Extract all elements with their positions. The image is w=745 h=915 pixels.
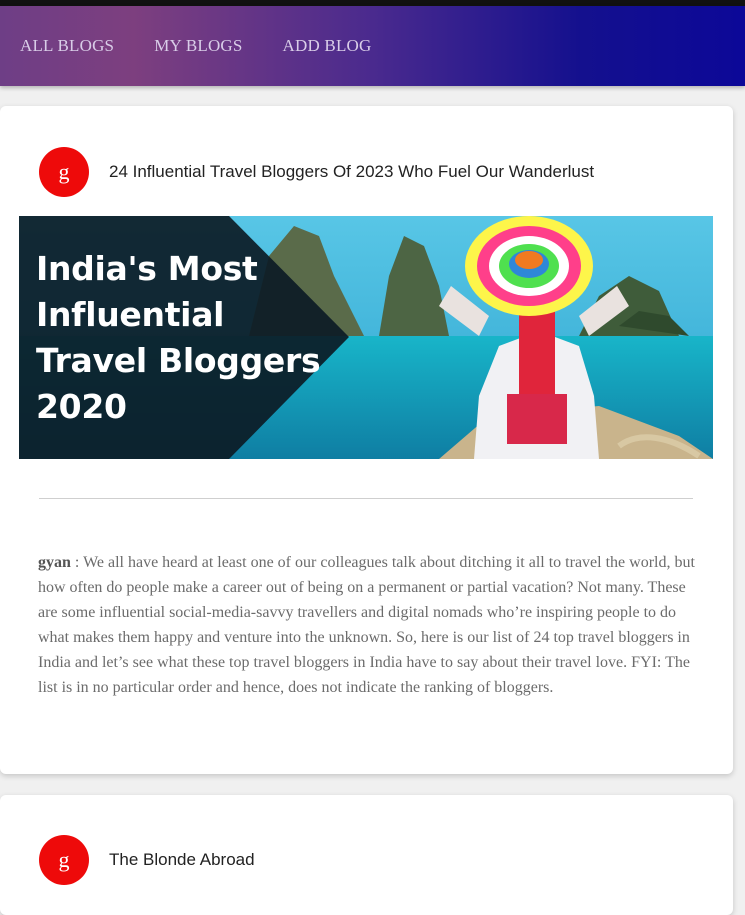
blog-excerpt: gyan : We all have heard at least one of… [38, 550, 698, 700]
nav-all-blogs[interactable]: ALL BLOGS [20, 36, 114, 56]
nav-add-blog[interactable]: ADD BLOG [283, 36, 372, 56]
author-name: gyan [38, 554, 71, 571]
cover-line: Influential [36, 295, 225, 334]
blog-card-header: g 24 Influential Travel Bloggers Of 2023… [39, 147, 594, 197]
blog-card: g The Blonde Abroad [0, 795, 733, 915]
content-divider [39, 498, 693, 499]
author-avatar: g [39, 835, 89, 885]
blog-title[interactable]: 24 Influential Travel Bloggers Of 2023 W… [109, 162, 594, 182]
cover-line: 2020 [36, 387, 127, 426]
author-avatar: g [39, 147, 89, 197]
blog-body-text: We all have heard at least one of our co… [38, 554, 695, 696]
cover-line: India's Most [36, 249, 258, 288]
nav-my-blogs[interactable]: MY BLOGS [154, 36, 242, 56]
blog-card: g 24 Influential Travel Bloggers Of 2023… [0, 106, 733, 774]
cover-headline: India's Most Influential Travel Bloggers… [36, 246, 321, 430]
blog-card-header: g The Blonde Abroad [39, 835, 255, 885]
cover-line: Travel Bloggers [36, 341, 321, 380]
top-navbar: ALL BLOGS MY BLOGS ADD BLOG [0, 6, 745, 86]
blog-title[interactable]: The Blonde Abroad [109, 850, 255, 870]
author-separator: : [70, 554, 84, 571]
blog-cover-image: India's Most Influential Travel Bloggers… [19, 216, 713, 459]
